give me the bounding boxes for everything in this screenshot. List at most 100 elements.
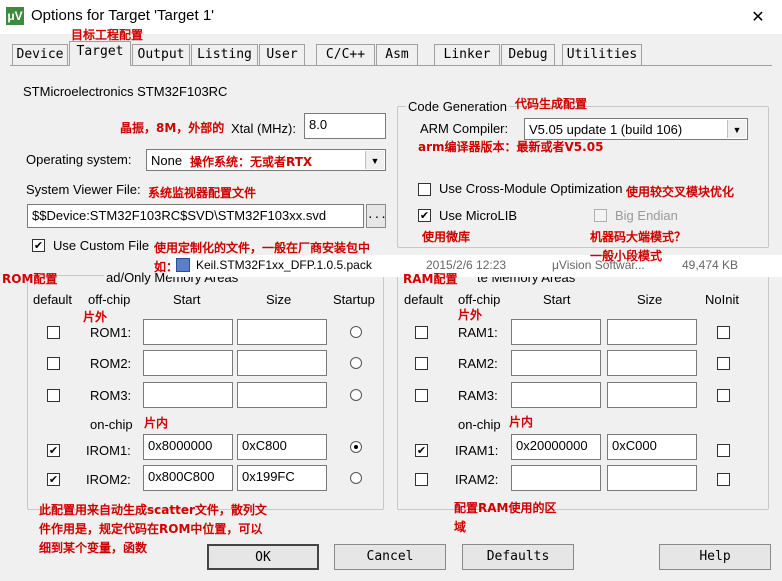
rom3-default-checkbox[interactable] [47, 389, 60, 402]
tab-c-cpp[interactable]: C/C++ [316, 44, 375, 65]
ram2-start-input[interactable] [511, 350, 601, 376]
rom2-size-input[interactable] [237, 350, 327, 376]
rom2-start-input[interactable] [143, 350, 233, 376]
os-value: None [151, 153, 183, 168]
irom1-start-input[interactable]: 0x8000000 [143, 434, 233, 460]
tab-utilities[interactable]: Utilities [562, 44, 642, 65]
xtal-label: Xtal (MHz): [231, 121, 296, 136]
rom3-start-input[interactable] [143, 382, 233, 408]
iram1-default-checkbox[interactable]: ✔ [415, 444, 428, 457]
rom1-start-input[interactable] [143, 319, 233, 345]
device-name: STMicroelectronics STM32F103RC [23, 84, 228, 99]
custom-file-checkbox[interactable]: ✔ [32, 239, 45, 252]
code-generation-title: Code Generation [406, 99, 510, 114]
iram1-noinit-checkbox[interactable] [717, 444, 730, 457]
irom1-label: IROM1: [86, 443, 131, 458]
compiler-value: V5.05 update 1 (build 106) [529, 122, 683, 137]
tab-linker[interactable]: Linker [434, 44, 500, 65]
ram2-size-input[interactable] [607, 350, 697, 376]
rom1-startup-radio[interactable] [350, 326, 362, 338]
tab-output[interactable]: Output [132, 44, 190, 65]
irom2-label: IROM2: [86, 472, 131, 487]
ok-button[interactable]: OK [207, 544, 319, 570]
ram-onchip-label: on-chip [458, 417, 501, 432]
annotation-os: 操作系统：无或者RTX [190, 155, 313, 169]
tab-target[interactable]: Target [69, 41, 131, 66]
iram1-label: IRAM1: [455, 443, 499, 458]
annotation-ram-offchip: 片外 [458, 308, 483, 322]
rom2-default-checkbox[interactable] [47, 357, 60, 370]
compiler-select[interactable]: V5.05 update 1 (build 106) ▼ [524, 118, 748, 140]
cross-module-checkbox[interactable] [418, 183, 431, 196]
irom1-startup-radio[interactable] [350, 441, 362, 453]
ram1-noinit-checkbox[interactable] [717, 326, 730, 339]
ram-header-noinit: NoInit [705, 292, 739, 307]
window-title: Options for Target 'Target 1' [31, 7, 215, 24]
tab-listing[interactable]: Listing [191, 44, 258, 65]
chevron-down-icon: ▼ [727, 120, 746, 138]
close-icon[interactable]: ✕ [742, 4, 774, 30]
annotation-rom-onchip: 片内 [144, 416, 169, 430]
irom1-size-input[interactable]: 0xC800 [237, 434, 327, 460]
microlib-checkbox[interactable]: ✔ [418, 209, 431, 222]
ram1-default-checkbox[interactable] [415, 326, 428, 339]
custom-file-label: Use Custom File [53, 238, 150, 253]
iram1-start-input[interactable]: 0x20000000 [511, 434, 601, 460]
ram1-label: RAM1: [458, 325, 498, 340]
rom1-size-input[interactable] [237, 319, 327, 345]
big-endian-checkbox[interactable] [594, 209, 607, 222]
ram1-size-input[interactable] [607, 319, 697, 345]
cancel-button[interactable]: Cancel [334, 544, 446, 570]
tab-asm[interactable]: Asm [376, 44, 418, 65]
annotation-ram-use-1: 配置RAM使用的区 [454, 501, 557, 515]
ram3-size-input[interactable] [607, 382, 697, 408]
svd-browse-button[interactable]: ... [366, 204, 387, 228]
irom1-default-checkbox[interactable]: ✔ [47, 444, 60, 457]
tab-user[interactable]: User [259, 44, 305, 65]
xtal-input[interactable]: 8.0 [304, 113, 386, 139]
annotation-microlib: 使用微库 [422, 230, 471, 244]
ram3-default-checkbox[interactable] [415, 389, 428, 402]
rom2-label: ROM2: [90, 356, 132, 371]
ram3-start-input[interactable] [511, 382, 601, 408]
help-button[interactable]: Help [659, 544, 771, 570]
rom3-size-input[interactable] [237, 382, 327, 408]
rom-header-startup: Startup [333, 292, 375, 307]
irom2-start-input[interactable]: 0x800C800 [143, 465, 233, 491]
tab-debug[interactable]: Debug [501, 44, 555, 65]
iram2-size-input[interactable] [607, 465, 697, 491]
defaults-button[interactable]: Defaults [462, 544, 574, 570]
annotation-ram-use-2: 域 [454, 520, 467, 534]
irom2-size-input[interactable]: 0x199FC [237, 465, 327, 491]
annotation-rom-offchip: 片外 [83, 310, 108, 324]
annotation-code-gen: 代码生成配置 [515, 97, 588, 111]
ram2-default-checkbox[interactable] [415, 357, 428, 370]
big-endian-label: Big Endian [615, 208, 678, 223]
rom3-label: ROM3: [90, 388, 132, 403]
rom3-startup-radio[interactable] [350, 389, 362, 401]
os-label: Operating system: [26, 152, 132, 167]
iram2-noinit-checkbox[interactable] [717, 473, 730, 486]
rom-header-default: default [33, 292, 73, 307]
irom2-startup-radio[interactable] [350, 472, 362, 484]
ram3-noinit-checkbox[interactable] [717, 389, 730, 402]
overlay-file-name: Keil.STM32F1xx_DFP.1.0.5.pack [196, 258, 372, 272]
rom1-default-checkbox[interactable] [47, 326, 60, 339]
annotation-scatter-2: 件作用是，规定代码在ROM中位置，可以 [39, 522, 263, 536]
rom2-startup-radio[interactable] [350, 357, 362, 369]
microlib-label: Use MicroLIB [439, 208, 518, 223]
annotation-custom-1: 使用定制化的文件，一般在厂商安装包中 [154, 241, 371, 255]
iram2-start-input[interactable] [511, 465, 601, 491]
tab-device[interactable]: Device [12, 44, 68, 65]
svd-input[interactable]: $$Device:STM32F103RC$SVD\STM32F103xx.svd [27, 204, 364, 228]
rom-header-size: Size [266, 292, 292, 307]
iram2-default-checkbox[interactable] [415, 473, 428, 486]
irom2-default-checkbox[interactable]: ✔ [47, 473, 60, 486]
compiler-label: ARM Compiler: [420, 121, 509, 136]
iram1-size-input[interactable]: 0xC000 [607, 434, 697, 460]
file-overlay-row: Keil.STM32F1xx_DFP.1.0.5.pack 2015/2/6 1… [168, 255, 782, 277]
ram2-label: RAM2: [458, 356, 498, 371]
ram-header-size: Size [637, 292, 663, 307]
ram2-noinit-checkbox[interactable] [717, 357, 730, 370]
ram1-start-input[interactable] [511, 319, 601, 345]
